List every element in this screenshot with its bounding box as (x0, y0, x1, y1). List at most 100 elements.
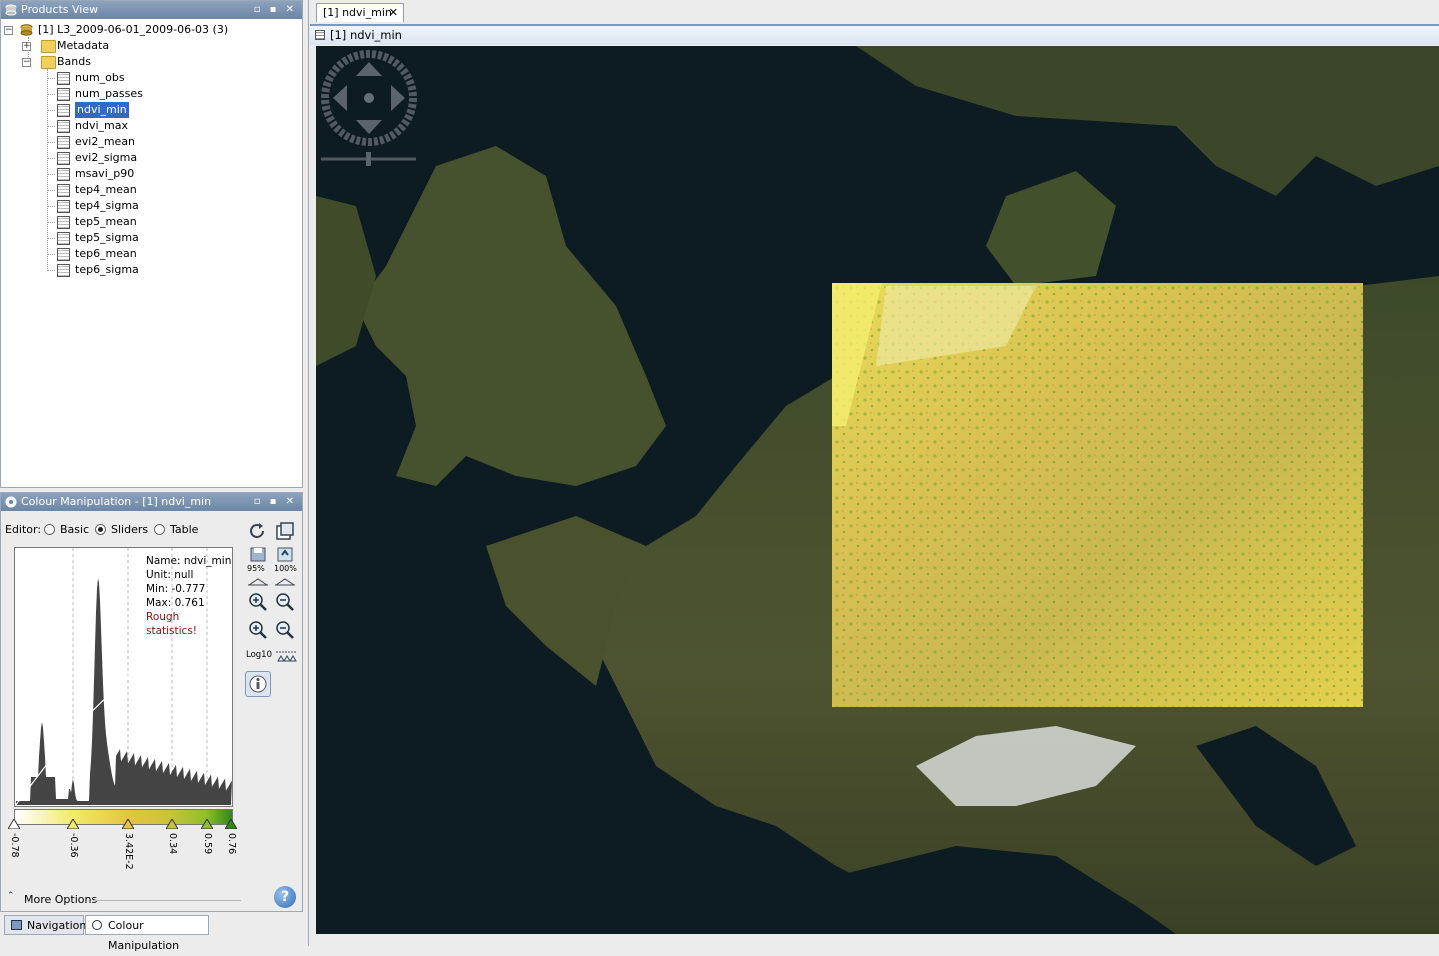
band-label: evi2_sigma (75, 151, 138, 164)
slider-value-label: 3.42E-2 (123, 833, 134, 870)
slider-handle[interactable] (7, 818, 21, 830)
band-icon (57, 136, 70, 149)
slider-value-label: 0.34 (167, 833, 178, 855)
tree-line (47, 270, 55, 271)
tree-line (47, 174, 55, 175)
bands-label: Bands (57, 55, 91, 68)
export-icon[interactable] (275, 545, 295, 563)
tree-line (47, 254, 55, 255)
band-image-icon (315, 30, 325, 40)
zoom-in-vertical-icon[interactable] (247, 591, 269, 616)
tab-navigation-label: Navigation (27, 919, 87, 932)
slider-handle[interactable] (165, 818, 179, 830)
band-icon (57, 72, 70, 85)
folder-icon (41, 40, 56, 53)
products-view-titlebar: Products View ▫ ▪ ✕ (1, 1, 302, 19)
range-95-icon (247, 576, 269, 586)
editor-selector: Editor: (5, 522, 41, 538)
editor-radio-label: Table (170, 523, 199, 536)
panel-window-buttons[interactable]: ▫ ▪ ✕ (254, 493, 297, 511)
tree-line (47, 238, 55, 239)
radio-circle-icon (154, 524, 165, 535)
tree-line (47, 94, 55, 95)
range-100-icon (274, 576, 296, 586)
slider-handle[interactable] (66, 818, 80, 830)
distribute-sliders-icon[interactable] (275, 649, 297, 663)
band-icon (57, 200, 70, 213)
world-map-view[interactable] (316, 46, 1439, 934)
band-label: ndvi_max (75, 119, 128, 132)
stat-unit: Unit: null (146, 569, 194, 581)
tree-line (47, 69, 48, 269)
slider-handle[interactable] (200, 818, 214, 830)
band-label: evi2_mean (75, 135, 136, 148)
tab-colour-manipulation[interactable]: Colour Manipulation (85, 915, 209, 952)
band-icon (57, 248, 70, 261)
panel-window-buttons[interactable]: ▫ ▪ ✕ (254, 1, 297, 19)
zoom-out-horizontal-icon[interactable] (274, 619, 296, 644)
database-icon (5, 4, 17, 16)
band-label: tep4_sigma (75, 199, 139, 212)
document-tab-label: [1] ndvi_min (323, 6, 392, 19)
log10-button[interactable]: Log10 (246, 650, 272, 660)
help-icon[interactable]: ? (274, 886, 296, 908)
divider (93, 900, 241, 901)
band-label: tep5_sigma (75, 231, 139, 244)
colour-manipulation-titlebar: Colour Manipulation - [1] ndvi_min ▫ ▪ ✕ (1, 493, 302, 511)
band-icon (57, 88, 70, 101)
slider-value-label: 0.76 (226, 833, 237, 855)
slider-value-label: 0.59 (202, 833, 213, 855)
product-icon (20, 24, 33, 36)
slider-handle[interactable] (224, 818, 238, 830)
tab-colour-manipulation-label: Colour Manipulation (108, 919, 180, 952)
tab-navigation[interactable]: Navigation (4, 915, 87, 935)
band-label: tep5_mean (75, 215, 137, 228)
band-icon (57, 232, 70, 245)
colour-manipulation-title: Colour Manipulation - [1] ndvi_min (21, 495, 212, 508)
stat-min: Min: -0.777 (146, 583, 206, 595)
radio-circle-icon (95, 524, 106, 535)
band-label: tep6_sigma (75, 263, 139, 276)
editor-label: Editor: (5, 523, 42, 536)
document-tab[interactable]: [1] ndvi_min ✕ (316, 3, 404, 22)
collapse-icon[interactable]: − (4, 26, 13, 35)
expand-options-icon[interactable]: ⌃ (7, 891, 15, 901)
radio-circle-icon (44, 524, 55, 535)
multi-assign-icon[interactable] (274, 520, 296, 542)
slider-handle[interactable] (121, 818, 135, 830)
products-view-title: Products View (21, 3, 99, 16)
band-icon (57, 216, 70, 229)
info-toggle-button[interactable] (245, 671, 271, 697)
band-icon (57, 120, 70, 133)
zoom-out-vertical-icon[interactable] (274, 591, 296, 616)
band-icon (57, 168, 70, 181)
band-icon (57, 184, 70, 197)
stat-name: Name: ndvi_min (146, 555, 232, 567)
range-100-button[interactable]: 100% (274, 564, 297, 573)
close-tab-icon[interactable]: ✕ (389, 4, 398, 22)
folder-open-icon (41, 56, 56, 69)
tree-line (47, 222, 55, 223)
histogram-view[interactable]: Name: ndvi_min Unit: null Min: -0.777 Ma… (14, 547, 233, 807)
reset-icon[interactable] (247, 520, 269, 542)
band-icon (57, 264, 70, 277)
navigation-icon (11, 920, 22, 930)
band-label: tep4_mean (75, 183, 137, 196)
import-icon[interactable] (248, 545, 268, 563)
band-label: tep6_mean (75, 247, 137, 260)
colour-wheel-icon (5, 496, 17, 508)
more-options-link[interactable]: More Options (24, 893, 97, 906)
tree-line (47, 206, 55, 207)
collapse-icon[interactable]: − (22, 58, 31, 67)
stat-max: Max: 0.761 (146, 597, 205, 609)
slider-value-label: -0.36 (68, 833, 79, 858)
tree-line (47, 158, 55, 159)
zoom-in-horizontal-icon[interactable] (247, 619, 269, 644)
radio-dot-icon (98, 527, 103, 532)
info-icon (249, 675, 267, 693)
band-label: num_passes (75, 87, 143, 100)
tree-line (47, 110, 55, 111)
range-95-button[interactable]: 95% (247, 564, 265, 573)
expand-icon[interactable]: + (22, 42, 31, 51)
band-label: ndvi_min (74, 101, 130, 119)
